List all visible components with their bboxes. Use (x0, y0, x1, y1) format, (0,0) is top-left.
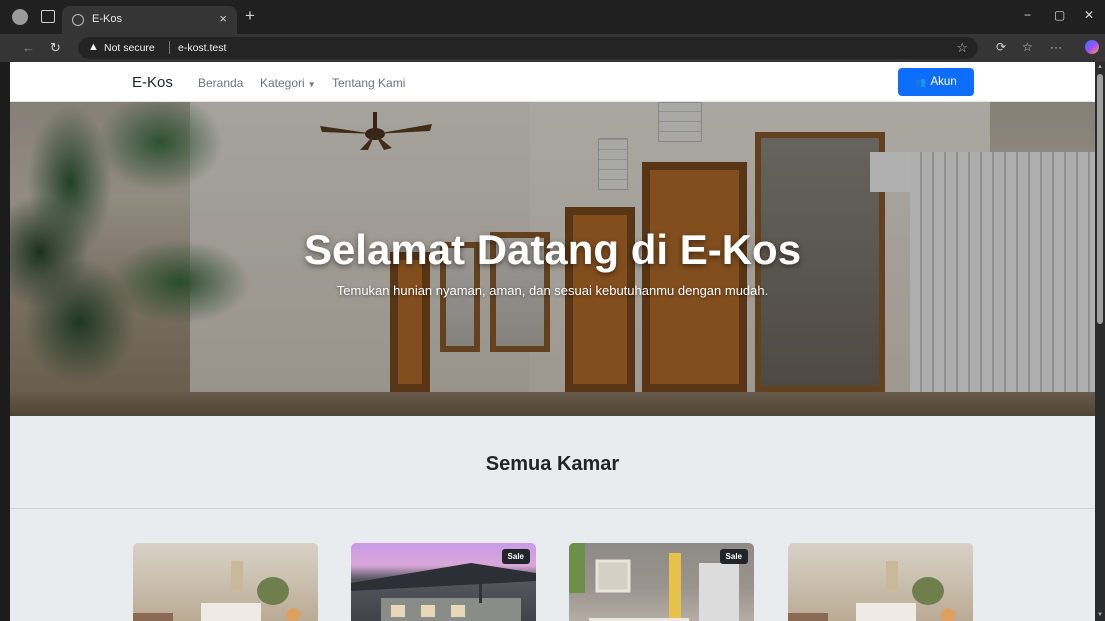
scrollbar-thumb[interactable] (1097, 74, 1103, 324)
page-scrollbar[interactable]: ▲ ▼ (1095, 62, 1105, 621)
refresh-icon[interactable]: ↻ (50, 40, 61, 56)
account-button-label: Akun (930, 76, 957, 88)
tab-close-button[interactable]: × (219, 11, 227, 26)
maximize-button[interactable]: ▢ (1054, 8, 1065, 22)
warning-icon: ▲ (88, 41, 99, 53)
close-window-button[interactable]: ✕ (1084, 8, 1094, 22)
extensions-icon[interactable]: ⟳ (996, 40, 1006, 54)
room-card[interactable]: Sale (351, 543, 536, 621)
scroll-up-arrow[interactable]: ▲ (1097, 64, 1103, 70)
security-label[interactable]: Not secure (104, 42, 155, 54)
minimize-button[interactable]: − (1024, 8, 1031, 22)
nav-link-kategori-label: Kategori (260, 76, 305, 90)
tabs-icon[interactable] (41, 10, 55, 23)
brand-logo[interactable]: E-Kos (132, 74, 173, 91)
browser-tab[interactable]: E-Kos × (62, 6, 237, 34)
site-navbar: E-Kos Beranda Kategori ▼ Tentang Kami 👥 Ak… (10, 62, 1095, 102)
nav-link-kategori[interactable]: Kategori ▼ (260, 76, 316, 90)
scroll-down-arrow[interactable]: ▼ (1097, 612, 1103, 618)
omnibox-divider (169, 41, 170, 54)
hero-title: Selamat Datang di E-Kos (303, 226, 802, 273)
room-thumbnail (133, 561, 300, 621)
url-field[interactable]: ▲ Not secure e-kost.test ☆ (78, 37, 978, 59)
nav-link-tentang-kami[interactable]: Tentang Kami (332, 76, 405, 90)
star-icon[interactable]: ☆ (956, 40, 968, 56)
globe-icon (72, 14, 84, 26)
hero-subtitle: Temukan hunian nyaman, aman, dan sesuai … (336, 283, 769, 298)
room-card[interactable] (133, 543, 318, 621)
account-button[interactable]: 👥 Akun (898, 68, 974, 96)
copilot-icon[interactable] (1085, 40, 1099, 54)
chevron-down-icon: ▼ (307, 80, 316, 89)
room-card[interactable]: Sale (569, 543, 754, 621)
url-text[interactable]: e-kost.test (178, 42, 226, 54)
room-card[interactable] (788, 543, 973, 621)
page-viewport: E-Kos Beranda Kategori ▼ Tentang Kami 👥 Ak… (10, 62, 1095, 621)
browser-tab-bar: E-Kos × + − ▢ ✕ (0, 0, 1105, 34)
section-title: Semua Kamar (485, 453, 620, 475)
browser-address-bar: ← ↻ ▲ Not secure e-kost.test ☆ ⟳ ☆ ··· (0, 34, 1105, 62)
section-divider (10, 508, 1095, 509)
sale-badge: Sale (501, 549, 530, 564)
tab-title: E-Kos (92, 13, 122, 25)
hero-banner: Selamat Datang di E-Kos Temukan hunian n… (10, 102, 1095, 416)
room-thumbnail (788, 561, 955, 621)
favorites-icon[interactable]: ☆ (1022, 40, 1033, 54)
users-icon: 👥 (915, 77, 927, 87)
more-icon[interactable]: ··· (1050, 40, 1062, 54)
back-icon[interactable]: ← (22, 40, 35, 55)
nav-link-beranda[interactable]: Beranda (198, 76, 243, 90)
new-tab-button[interactable]: + (245, 6, 255, 26)
profile-icon[interactable] (12, 9, 28, 25)
sale-badge: Sale (719, 549, 748, 564)
